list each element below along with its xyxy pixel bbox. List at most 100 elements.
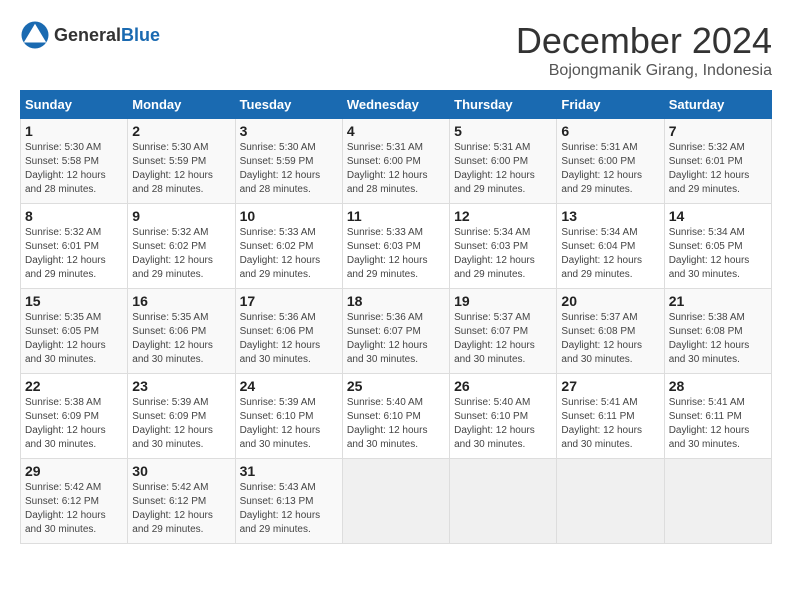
calendar-cell: 16 Sunrise: 5:35 AM Sunset: 6:06 PM Dayl… — [128, 289, 235, 374]
day-info: Sunrise: 5:33 AM Sunset: 6:03 PM Dayligh… — [347, 226, 445, 282]
day-info: Sunrise: 5:31 AM Sunset: 6:00 PM Dayligh… — [454, 141, 552, 197]
day-info: Sunrise: 5:37 AM Sunset: 6:08 PM Dayligh… — [561, 311, 659, 367]
day-info: Sunrise: 5:32 AM Sunset: 6:01 PM Dayligh… — [25, 226, 123, 282]
calendar-cell: 17 Sunrise: 5:36 AM Sunset: 6:06 PM Dayl… — [235, 289, 342, 374]
day-number: 12 — [454, 208, 552, 224]
day-number: 16 — [132, 293, 230, 309]
title-area: December 2024 Bojongmanik Girang, Indone… — [516, 20, 772, 80]
logo: GeneralBlue — [20, 20, 160, 50]
calendar-cell: 25 Sunrise: 5:40 AM Sunset: 6:10 PM Dayl… — [342, 374, 449, 459]
calendar-cell: 14 Sunrise: 5:34 AM Sunset: 6:05 PM Dayl… — [664, 204, 771, 289]
day-info: Sunrise: 5:30 AM Sunset: 5:59 PM Dayligh… — [240, 141, 338, 197]
calendar-cell: 20 Sunrise: 5:37 AM Sunset: 6:08 PM Dayl… — [557, 289, 664, 374]
calendar-week-5: 29 Sunrise: 5:42 AM Sunset: 6:12 PM Dayl… — [21, 459, 772, 544]
day-info: Sunrise: 5:32 AM Sunset: 6:02 PM Dayligh… — [132, 226, 230, 282]
calendar-table: SundayMondayTuesdayWednesdayThursdayFrid… — [20, 90, 772, 544]
calendar-cell — [664, 459, 771, 544]
header-saturday: Saturday — [664, 91, 771, 119]
day-info: Sunrise: 5:31 AM Sunset: 6:00 PM Dayligh… — [561, 141, 659, 197]
day-info: Sunrise: 5:36 AM Sunset: 6:06 PM Dayligh… — [240, 311, 338, 367]
calendar-cell — [342, 459, 449, 544]
calendar-cell: 3 Sunrise: 5:30 AM Sunset: 5:59 PM Dayli… — [235, 119, 342, 204]
calendar-cell — [557, 459, 664, 544]
day-info: Sunrise: 5:41 AM Sunset: 6:11 PM Dayligh… — [561, 396, 659, 452]
day-number: 28 — [669, 378, 767, 394]
day-info: Sunrise: 5:40 AM Sunset: 6:10 PM Dayligh… — [347, 396, 445, 452]
month-title: December 2024 — [516, 20, 772, 62]
day-number: 2 — [132, 123, 230, 139]
day-info: Sunrise: 5:36 AM Sunset: 6:07 PM Dayligh… — [347, 311, 445, 367]
calendar-cell: 26 Sunrise: 5:40 AM Sunset: 6:10 PM Dayl… — [450, 374, 557, 459]
calendar-cell: 21 Sunrise: 5:38 AM Sunset: 6:08 PM Dayl… — [664, 289, 771, 374]
day-info: Sunrise: 5:30 AM Sunset: 5:59 PM Dayligh… — [132, 141, 230, 197]
day-info: Sunrise: 5:41 AM Sunset: 6:11 PM Dayligh… — [669, 396, 767, 452]
day-info: Sunrise: 5:38 AM Sunset: 6:08 PM Dayligh… — [669, 311, 767, 367]
day-number: 7 — [669, 123, 767, 139]
day-info: Sunrise: 5:34 AM Sunset: 6:05 PM Dayligh… — [669, 226, 767, 282]
day-number: 27 — [561, 378, 659, 394]
calendar-cell: 28 Sunrise: 5:41 AM Sunset: 6:11 PM Dayl… — [664, 374, 771, 459]
day-info: Sunrise: 5:37 AM Sunset: 6:07 PM Dayligh… — [454, 311, 552, 367]
calendar-week-2: 8 Sunrise: 5:32 AM Sunset: 6:01 PM Dayli… — [21, 204, 772, 289]
day-info: Sunrise: 5:34 AM Sunset: 6:03 PM Dayligh… — [454, 226, 552, 282]
day-info: Sunrise: 5:30 AM Sunset: 5:58 PM Dayligh… — [25, 141, 123, 197]
calendar-cell: 6 Sunrise: 5:31 AM Sunset: 6:00 PM Dayli… — [557, 119, 664, 204]
location-title: Bojongmanik Girang, Indonesia — [516, 62, 772, 80]
day-info: Sunrise: 5:35 AM Sunset: 6:06 PM Dayligh… — [132, 311, 230, 367]
calendar-week-4: 22 Sunrise: 5:38 AM Sunset: 6:09 PM Dayl… — [21, 374, 772, 459]
day-number: 1 — [25, 123, 123, 139]
day-number: 31 — [240, 463, 338, 479]
calendar-cell: 13 Sunrise: 5:34 AM Sunset: 6:04 PM Dayl… — [557, 204, 664, 289]
day-number: 14 — [669, 208, 767, 224]
day-number: 4 — [347, 123, 445, 139]
day-number: 21 — [669, 293, 767, 309]
calendar-cell: 5 Sunrise: 5:31 AM Sunset: 6:00 PM Dayli… — [450, 119, 557, 204]
header-thursday: Thursday — [450, 91, 557, 119]
day-info: Sunrise: 5:38 AM Sunset: 6:09 PM Dayligh… — [25, 396, 123, 452]
day-info: Sunrise: 5:35 AM Sunset: 6:05 PM Dayligh… — [25, 311, 123, 367]
day-info: Sunrise: 5:31 AM Sunset: 6:00 PM Dayligh… — [347, 141, 445, 197]
calendar-cell: 29 Sunrise: 5:42 AM Sunset: 6:12 PM Dayl… — [21, 459, 128, 544]
calendar-cell: 31 Sunrise: 5:43 AM Sunset: 6:13 PM Dayl… — [235, 459, 342, 544]
calendar-cell: 11 Sunrise: 5:33 AM Sunset: 6:03 PM Dayl… — [342, 204, 449, 289]
day-number: 6 — [561, 123, 659, 139]
day-info: Sunrise: 5:43 AM Sunset: 6:13 PM Dayligh… — [240, 481, 338, 537]
day-number: 5 — [454, 123, 552, 139]
day-info: Sunrise: 5:39 AM Sunset: 6:09 PM Dayligh… — [132, 396, 230, 452]
calendar-week-3: 15 Sunrise: 5:35 AM Sunset: 6:05 PM Dayl… — [21, 289, 772, 374]
logo-text-blue: Blue — [121, 25, 160, 45]
calendar-cell: 30 Sunrise: 5:42 AM Sunset: 6:12 PM Dayl… — [128, 459, 235, 544]
day-number: 17 — [240, 293, 338, 309]
day-number: 3 — [240, 123, 338, 139]
calendar-cell: 1 Sunrise: 5:30 AM Sunset: 5:58 PM Dayli… — [21, 119, 128, 204]
day-number: 20 — [561, 293, 659, 309]
day-number: 23 — [132, 378, 230, 394]
header-tuesday: Tuesday — [235, 91, 342, 119]
header-monday: Monday — [128, 91, 235, 119]
calendar-cell: 9 Sunrise: 5:32 AM Sunset: 6:02 PM Dayli… — [128, 204, 235, 289]
header-friday: Friday — [557, 91, 664, 119]
day-number: 26 — [454, 378, 552, 394]
calendar-cell: 7 Sunrise: 5:32 AM Sunset: 6:01 PM Dayli… — [664, 119, 771, 204]
day-number: 13 — [561, 208, 659, 224]
logo-icon — [20, 20, 50, 50]
day-number: 24 — [240, 378, 338, 394]
day-info: Sunrise: 5:42 AM Sunset: 6:12 PM Dayligh… — [25, 481, 123, 537]
day-number: 9 — [132, 208, 230, 224]
day-number: 18 — [347, 293, 445, 309]
day-info: Sunrise: 5:39 AM Sunset: 6:10 PM Dayligh… — [240, 396, 338, 452]
calendar-cell: 2 Sunrise: 5:30 AM Sunset: 5:59 PM Dayli… — [128, 119, 235, 204]
day-info: Sunrise: 5:33 AM Sunset: 6:02 PM Dayligh… — [240, 226, 338, 282]
calendar-cell: 4 Sunrise: 5:31 AM Sunset: 6:00 PM Dayli… — [342, 119, 449, 204]
header-wednesday: Wednesday — [342, 91, 449, 119]
day-number: 10 — [240, 208, 338, 224]
calendar-cell: 18 Sunrise: 5:36 AM Sunset: 6:07 PM Dayl… — [342, 289, 449, 374]
calendar-cell: 22 Sunrise: 5:38 AM Sunset: 6:09 PM Dayl… — [21, 374, 128, 459]
calendar-cell: 24 Sunrise: 5:39 AM Sunset: 6:10 PM Dayl… — [235, 374, 342, 459]
calendar-cell: 8 Sunrise: 5:32 AM Sunset: 6:01 PM Dayli… — [21, 204, 128, 289]
calendar-cell: 23 Sunrise: 5:39 AM Sunset: 6:09 PM Dayl… — [128, 374, 235, 459]
header-sunday: Sunday — [21, 91, 128, 119]
page-header: GeneralBlue December 2024 Bojongmanik Gi… — [20, 20, 772, 80]
calendar-cell — [450, 459, 557, 544]
day-number: 22 — [25, 378, 123, 394]
